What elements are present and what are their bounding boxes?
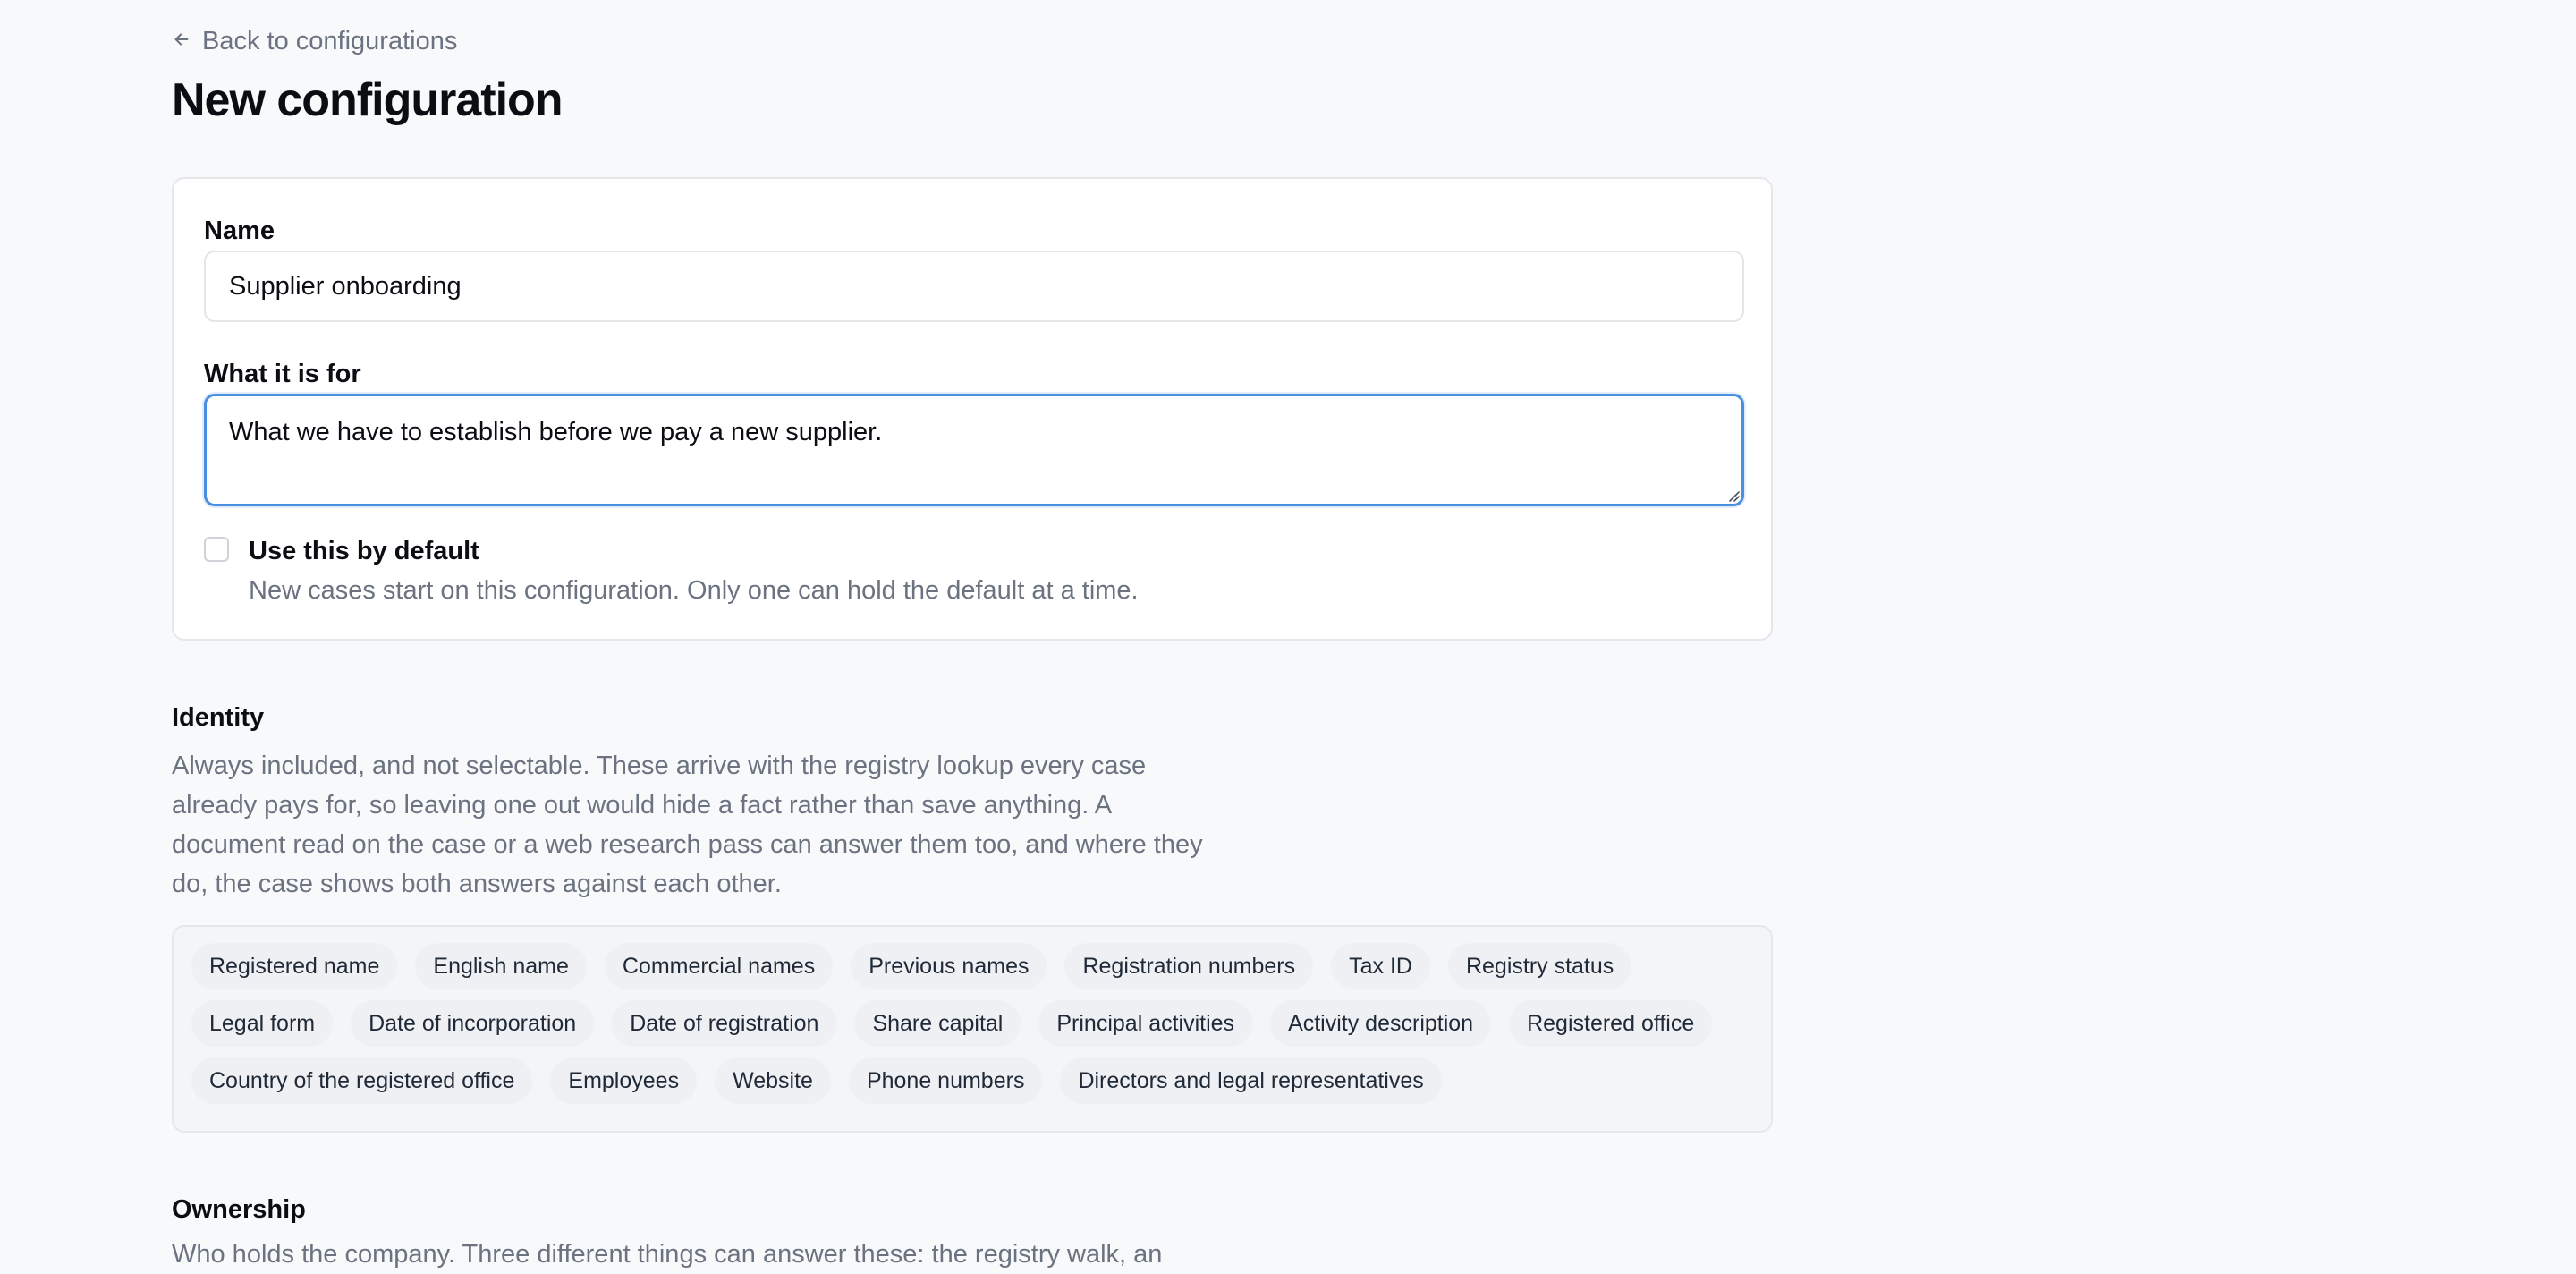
field-pill: Legal form — [191, 1000, 334, 1047]
field-pill: Principal activities — [1038, 1000, 1253, 1047]
field-pill: Registry status — [1447, 943, 1632, 989]
use-by-default-label[interactable]: Use this by default — [249, 537, 479, 566]
page: Back to configurations New configuration… — [0, 0, 2576, 1269]
use-by-default-checkbox[interactable] — [204, 537, 229, 562]
ownership-section-title: Ownership — [172, 1195, 306, 1224]
page-title: New configuration — [172, 74, 564, 126]
field-pill: Registered office — [1509, 1000, 1713, 1047]
identity-fields-box: Registered name English name Commercial … — [172, 925, 1773, 1133]
name-input[interactable] — [204, 251, 1744, 322]
purpose-textarea[interactable]: What we have to establish before we pay … — [204, 394, 1744, 506]
purpose-label: What it is for — [204, 360, 361, 388]
field-pill: Tax ID — [1331, 943, 1430, 989]
field-pill: Directors and legal representatives — [1060, 1057, 1442, 1104]
field-pill: Employees — [550, 1057, 698, 1104]
field-pill: Date of incorporation — [351, 1000, 595, 1047]
ownership-section-description: Who holds the company. Three different t… — [172, 1240, 1163, 1269]
field-pill: Activity description — [1270, 1000, 1492, 1047]
field-pill: English name — [415, 943, 587, 989]
name-label: Name — [204, 217, 275, 245]
arrow-left-icon — [172, 27, 191, 56]
back-link-label: Back to configurations — [202, 27, 458, 55]
field-pill: Registration numbers — [1064, 943, 1314, 989]
identity-fields-row-3: Country of the registered office Employe… — [191, 1057, 1753, 1104]
field-pill: Previous names — [851, 943, 1047, 989]
identity-fields-row-2: Legal form Date of incorporation Date of… — [191, 1000, 1753, 1047]
identity-section-title: Identity — [172, 703, 265, 732]
field-pill: Country of the registered office — [191, 1057, 533, 1104]
field-pill: Registered name — [191, 943, 398, 989]
identity-section-description: Always included, and not selectable. The… — [172, 752, 1203, 898]
field-pill: Share capital — [854, 1000, 1021, 1047]
use-by-default-help: New cases start on this configuration. O… — [249, 576, 1139, 605]
field-pill: Phone numbers — [848, 1057, 1043, 1104]
field-pill: Website — [715, 1057, 831, 1104]
field-pill: Date of registration — [612, 1000, 837, 1047]
configuration-form-card: Name What it is for What we have to esta… — [172, 177, 1773, 641]
identity-fields-row-1: Registered name English name Commercial … — [191, 943, 1753, 989]
field-pill: Commercial names — [604, 943, 834, 989]
back-to-configurations-link[interactable]: Back to configurations — [172, 27, 457, 56]
